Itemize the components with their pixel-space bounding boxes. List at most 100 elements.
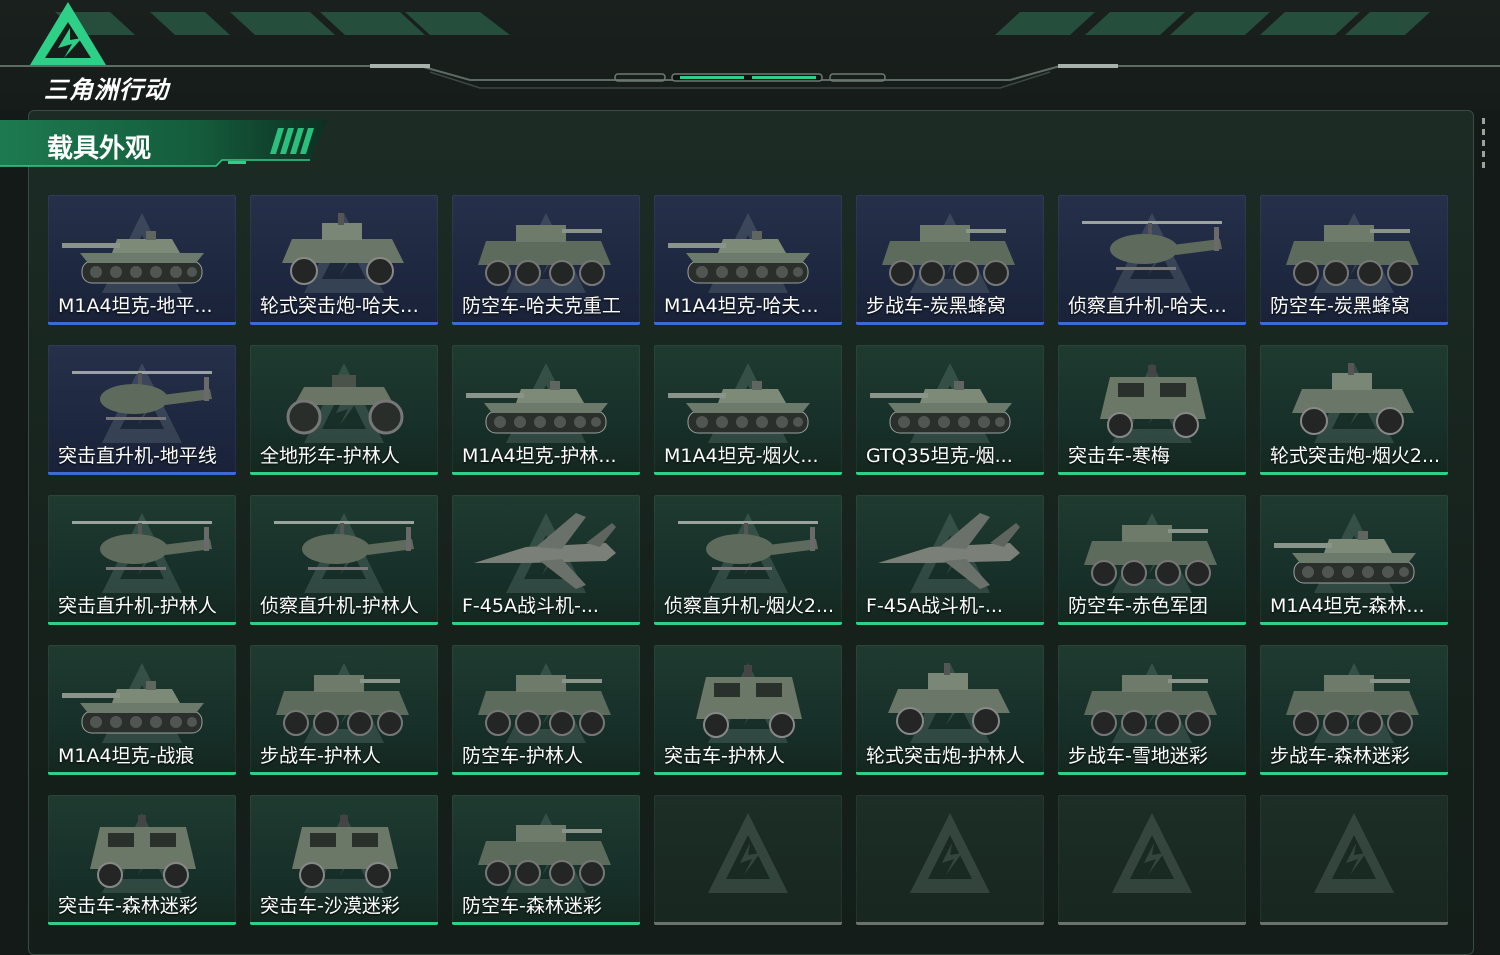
tank-icon [870, 380, 1013, 434]
vehicle-skin-card[interactable]: M1A4坦克-哈夫... [654, 195, 842, 325]
rarity-bar [654, 772, 842, 775]
helicopter-icon [1082, 221, 1222, 270]
rarity-bar [48, 622, 236, 625]
vehicle-skin-card[interactable]: M1A4坦克-森林... [1260, 495, 1448, 625]
rarity-bar [1058, 472, 1246, 475]
vehicle-skin-card[interactable]: 防空车-森林迷彩 [452, 795, 640, 925]
tank-icon [62, 230, 205, 284]
vehicle-skin-card[interactable]: 侦察直升机-哈夫克... [1058, 195, 1246, 325]
vehicle-skin-label: F-45A战斗机-... [866, 595, 1003, 617]
vehicle-skin-card[interactable]: 突击车-护林人 [654, 645, 842, 775]
vehicle-skin-label: M1A4坦克-战痕 [58, 745, 195, 767]
rarity-bar [250, 472, 438, 475]
rarity-bar [452, 322, 640, 325]
rarity-bar [654, 922, 842, 925]
vehicle-skin-label: M1A4坦克-地平... [58, 295, 213, 317]
vehicle-skin-label: 突击直升机-地平线 [58, 445, 217, 467]
rarity-bar [48, 472, 236, 475]
vehicle-skin-label: 侦察直升机-护林人 [260, 595, 419, 617]
vehicle-skin-label: 突击车-寒梅 [1068, 445, 1170, 467]
rarity-bar [1260, 772, 1448, 775]
vehicle-skin-label: 突击车-沙漠迷彩 [260, 895, 400, 917]
apc-icon [477, 674, 612, 736]
vehicle-skin-card[interactable]: 步战车-护林人 [250, 645, 438, 775]
vehicle-skin-card[interactable]: 侦察直升机-烟火2... [654, 495, 842, 625]
vehicle-skin-card[interactable]: 步战车-森林迷彩 [1260, 645, 1448, 775]
vehicle-skin-card[interactable]: 步战车-雪地迷彩 [1058, 645, 1246, 775]
vehicle-skin-card[interactable]: M1A4坦克-战痕 [48, 645, 236, 775]
vehicle-skin-grid: M1A4坦克-地平... 轮式突击炮-哈夫克... 防空车-哈夫克重工 M1A4坦克-… [48, 195, 1452, 925]
vehicle-skin-card[interactable]: 步战车-炭黑蜂窝 [856, 195, 1044, 325]
vehicle-skin-card[interactable]: 防空车-赤色军团 [1058, 495, 1246, 625]
rarity-bar [250, 622, 438, 625]
empty-skin-slot [1260, 795, 1448, 925]
tank-icon [668, 380, 811, 434]
truck-icon [291, 814, 399, 888]
vehicle-skin-card[interactable]: 防空车-炭黑蜂窝 [1260, 195, 1448, 325]
apc-icon [1285, 674, 1420, 736]
delta-watermark-icon [1314, 813, 1394, 893]
vehicle-skin-card[interactable]: 突击直升机-地平线 [48, 345, 236, 475]
apc-icon [477, 224, 612, 286]
vehicle-skin-card[interactable]: M1A4坦克-护林... [452, 345, 640, 475]
vehicle-skin-label: GTQ35坦克-烟... [866, 445, 1013, 467]
vehicle-skin-card[interactable]: 突击车-沙漠迷彩 [250, 795, 438, 925]
rarity-bar [452, 772, 640, 775]
vehicle-skin-card[interactable]: 侦察直升机-护林人 [250, 495, 438, 625]
helicopter-icon [72, 521, 212, 570]
vehicle-skin-label: 侦察直升机-哈夫克... [1068, 295, 1242, 317]
vehicle-skin-card[interactable]: 突击车-森林迷彩 [48, 795, 236, 925]
vehicle-skin-card[interactable]: 突击直升机-护林人 [48, 495, 236, 625]
vehicle-skin-card[interactable]: 全地形车-护林人 [250, 345, 438, 475]
apc-icon [1083, 674, 1218, 736]
truck-icon [695, 664, 803, 738]
rarity-bar [1260, 622, 1448, 625]
empty-skin-slot [856, 795, 1044, 925]
rarity-bar [856, 322, 1044, 325]
apc-icon [1083, 524, 1218, 586]
vehicle-skin-card[interactable]: F-45A战斗机-... [452, 495, 640, 625]
vehicle-skin-card[interactable]: F-45A战斗机-... [856, 495, 1044, 625]
rarity-bar [654, 622, 842, 625]
vehicle-skin-label: 侦察直升机-烟火2... [664, 595, 835, 617]
vehicle-skin-label: 步战车-炭黑蜂窝 [866, 295, 1006, 317]
tank-icon [668, 230, 811, 284]
rarity-bar [856, 622, 1044, 625]
vehicle-skin-label: 轮式突击炮-护林人 [866, 745, 1025, 767]
vehicle-skin-label: M1A4坦克-森林... [1270, 595, 1425, 617]
rarity-bar [654, 322, 842, 325]
atv-icon [286, 373, 404, 435]
vehicle-skin-card[interactable]: GTQ35坦克-烟... [856, 345, 1044, 475]
rarity-bar [452, 472, 640, 475]
vehicle-skin-label: 步战车-雪地迷彩 [1068, 745, 1208, 767]
truck-icon [1099, 364, 1207, 438]
logo-text: 三角洲行动 [44, 76, 169, 104]
vehicle-skin-label: 防空车-哈夫克重工 [462, 295, 621, 317]
empty-skin-slot [654, 795, 842, 925]
vehicle-skin-card[interactable]: 轮式突击炮-烟火2... [1260, 345, 1448, 475]
vehicle-skin-card[interactable]: 防空车-哈夫克重工 [452, 195, 640, 325]
rarity-bar [1260, 922, 1448, 925]
rarity-bar [1260, 322, 1448, 325]
rarity-bar [250, 772, 438, 775]
vehicle-skin-card[interactable]: M1A4坦克-地平... [48, 195, 236, 325]
vehicle-skin-label: 全地形车-护林人 [260, 445, 400, 467]
jet-icon [474, 513, 616, 589]
wheeled-vehicle-icon [281, 212, 405, 285]
delta-watermark-icon [708, 813, 788, 893]
scrollbar-indicator[interactable] [1482, 118, 1486, 178]
vehicle-skin-label: 防空车-炭黑蜂窝 [1270, 295, 1410, 317]
rarity-bar [452, 922, 640, 925]
vehicle-skin-card[interactable]: 轮式突击炮-护林人 [856, 645, 1044, 775]
tank-icon [62, 680, 205, 734]
helicopter-icon [72, 371, 212, 420]
helicopter-icon [678, 521, 818, 570]
vehicle-skin-card[interactable]: M1A4坦克-烟火... [654, 345, 842, 475]
vehicle-skin-card[interactable]: 轮式突击炮-哈夫克... [250, 195, 438, 325]
wheeled-vehicle-icon [887, 662, 1011, 735]
delta-watermark-icon [910, 813, 990, 893]
vehicle-skin-card[interactable]: 突击车-寒梅 [1058, 345, 1246, 475]
apc-icon [1285, 224, 1420, 286]
vehicle-skin-label: 突击车-护林人 [664, 745, 785, 767]
vehicle-skin-card[interactable]: 防空车-护林人 [452, 645, 640, 775]
